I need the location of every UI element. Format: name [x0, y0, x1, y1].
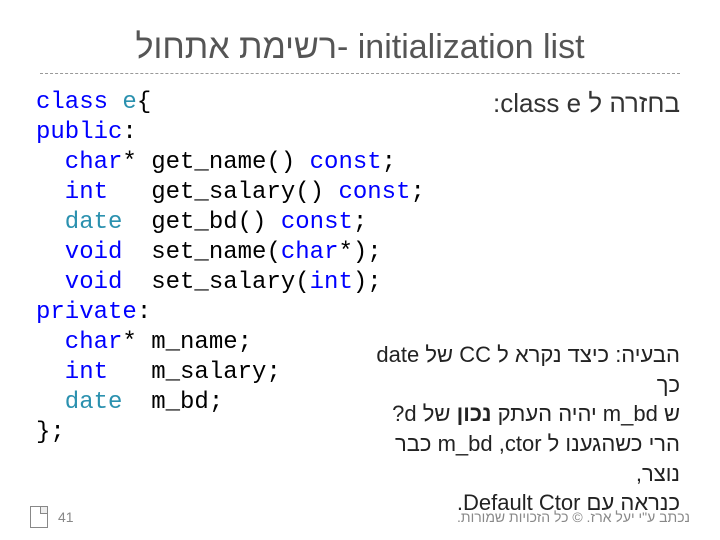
- annotation-span: ש m_bd יהיה העתק: [492, 401, 680, 426]
- annotation-line2: ש m_bd יהיה העתק נכון של d?: [360, 399, 680, 429]
- kw-const: const: [310, 149, 382, 176]
- annotation-line3: הרי כשהגענו ל m_bd ,ctor כבר נוצר,: [360, 429, 680, 488]
- kw-char: char: [36, 329, 122, 356]
- semi: ;: [410, 179, 424, 206]
- annotation-text: הבעיה: כיצד נקרא ל CC של date כך ש m_bd …: [360, 340, 680, 518]
- colon: :: [137, 299, 151, 326]
- footer-left: 41: [30, 506, 74, 528]
- colon: :: [122, 119, 136, 146]
- code-text: m_salary;: [108, 359, 281, 386]
- annotation-bold: נכון: [457, 401, 492, 426]
- kw-public: public: [36, 119, 122, 146]
- footer: 41 נכתב ע"י יעל ארז. © כל הזכויות שמורות…: [30, 506, 690, 528]
- code-text: get_salary(): [108, 179, 338, 206]
- kw-char: char: [36, 149, 122, 176]
- code-text: m_bd;: [122, 389, 223, 416]
- kw-char: char: [281, 239, 339, 266]
- kw-private: private: [36, 299, 137, 326]
- footer-credit: נכתב ע"י יעל ארז. © כל הזכויות שמורות.: [457, 509, 690, 525]
- slide-title: רשימת אתחול- initialization list: [30, 28, 690, 67]
- end-brace: };: [36, 419, 65, 446]
- annotation-line1: הבעיה: כיצד נקרא ל CC של date כך: [360, 340, 680, 399]
- brace: {: [137, 89, 151, 116]
- code-text: get_bd(): [122, 209, 280, 236]
- annotation-span: של d?: [392, 401, 456, 426]
- code-text: * get_name(): [122, 149, 309, 176]
- type-e: e: [122, 89, 136, 116]
- kw-const: const: [338, 179, 410, 206]
- kw-const: const: [281, 209, 353, 236]
- type-date: date: [36, 389, 122, 416]
- kw-int: int: [36, 179, 108, 206]
- code-text: * m_name;: [122, 329, 252, 356]
- code-text: set_name(: [122, 239, 280, 266]
- semi: ;: [353, 209, 367, 236]
- page-number: 41: [58, 509, 74, 525]
- kw-void: void: [36, 269, 122, 296]
- document-icon: [30, 506, 48, 528]
- kw-int: int: [36, 359, 108, 386]
- code-text: set_salary(: [122, 269, 309, 296]
- kw-int: int: [310, 269, 353, 296]
- subtitle: בחזרה ל class e:: [493, 88, 680, 119]
- title-divider: [40, 73, 680, 74]
- semi: ;: [382, 149, 396, 176]
- type-date: date: [36, 209, 122, 236]
- kw-class: class: [36, 89, 122, 116]
- kw-void: void: [36, 239, 122, 266]
- code-text: );: [353, 269, 382, 296]
- code-text: *);: [338, 239, 381, 266]
- content-area: בחזרה ל class e: class e{ public: char* …: [30, 88, 690, 448]
